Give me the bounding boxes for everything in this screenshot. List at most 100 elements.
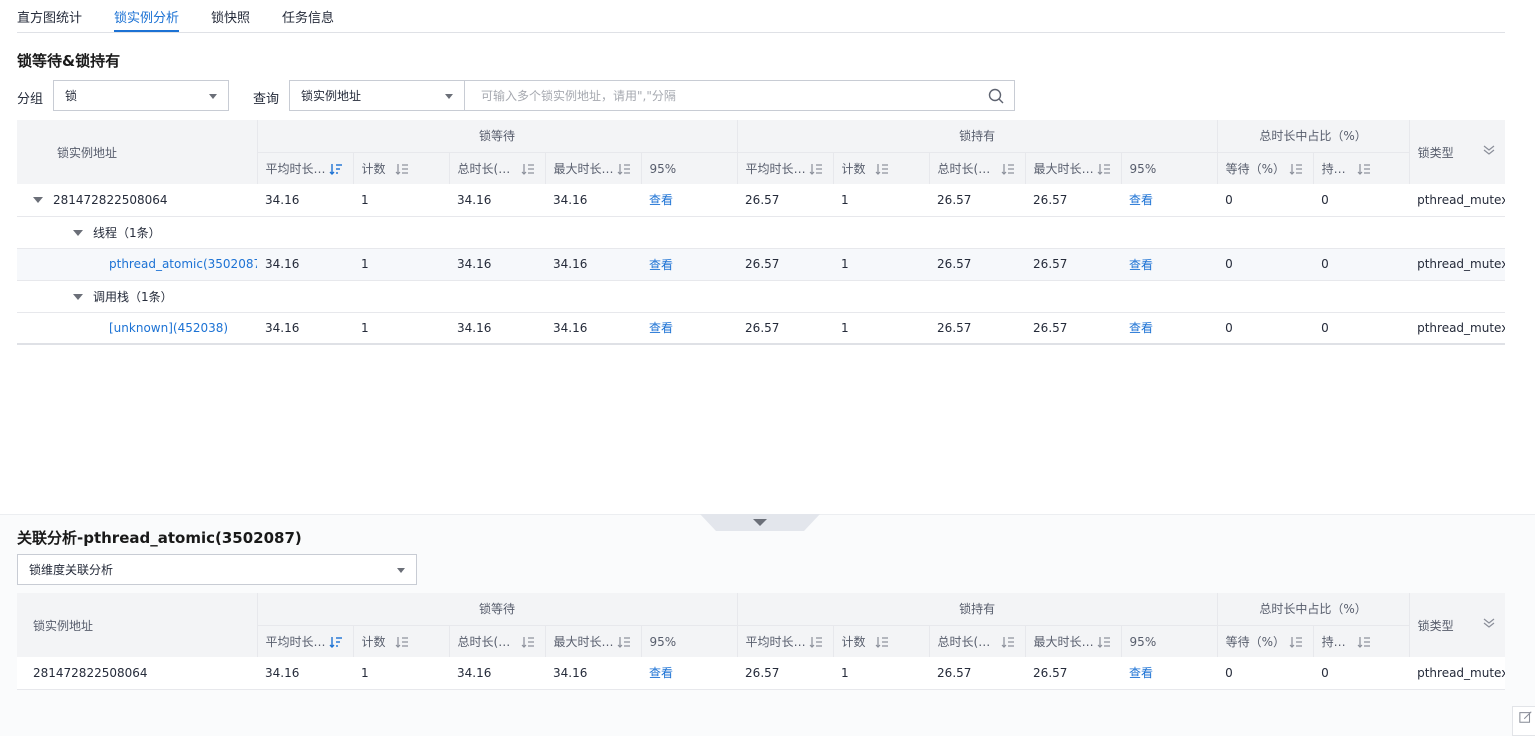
table-row: [unknown](452038) 34.16 1 34.16 34.16 查看… bbox=[17, 312, 1506, 345]
cell-wait-ratio: 0 bbox=[1217, 184, 1314, 217]
cell-wait-p95: 查看 bbox=[641, 184, 738, 217]
sort-icon[interactable] bbox=[617, 162, 631, 176]
view-link[interactable]: 查看 bbox=[649, 666, 673, 680]
view-link[interactable]: 查看 bbox=[1129, 666, 1153, 680]
search-icon[interactable] bbox=[988, 88, 1004, 104]
view-link[interactable]: 查看 bbox=[649, 193, 673, 207]
sort-icon[interactable] bbox=[617, 635, 631, 649]
cell-wait-count: 1 bbox=[353, 248, 449, 281]
sort-icon[interactable] bbox=[809, 635, 823, 649]
double-chevron-down-icon[interactable] bbox=[1483, 144, 1495, 156]
view-link[interactable]: 查看 bbox=[1129, 321, 1153, 335]
view-link[interactable]: 查看 bbox=[649, 258, 673, 272]
view-link[interactable]: 查看 bbox=[1129, 258, 1153, 272]
query-type-select[interactable]: 锁实例地址 bbox=[289, 80, 465, 111]
sort-icon[interactable] bbox=[1097, 635, 1111, 649]
col-wait-ratio[interactable]: 等待（%） bbox=[1217, 625, 1314, 657]
callstack-link[interactable]: [unknown](452038) bbox=[109, 321, 228, 335]
col-hold-p95: 95% bbox=[1121, 152, 1218, 184]
col-hold-ratio[interactable]: 持有（%） bbox=[1313, 625, 1410, 657]
collapse-handle[interactable] bbox=[700, 514, 820, 532]
col-wait-count[interactable]: 计数 bbox=[353, 152, 450, 184]
cell-wait-max: 34.16 bbox=[545, 184, 641, 217]
col-hold-avg[interactable]: 平均时长(ms) bbox=[737, 152, 834, 184]
view-link[interactable]: 查看 bbox=[649, 321, 673, 335]
sort-icon[interactable] bbox=[809, 162, 823, 176]
sort-icon[interactable] bbox=[1289, 162, 1303, 176]
col-wait-max-label: 最大时长(ms) bbox=[553, 634, 616, 649]
cell-wait-total: 34.16 bbox=[449, 657, 545, 690]
cell-hold-max: 26.57 bbox=[1025, 184, 1122, 217]
tab-histogram[interactable]: 直方图统计 bbox=[17, 0, 82, 32]
section-title-related: 关联分析-pthread_atomic(3502087) bbox=[17, 529, 302, 547]
sort-icon[interactable] bbox=[1097, 162, 1111, 176]
col-wait-total[interactable]: 总时长(ms) bbox=[449, 625, 546, 657]
table-row[interactable]: pthread_atomic(3502087) 34.16 1 34.16 34… bbox=[17, 248, 1506, 281]
sort-icon[interactable] bbox=[521, 635, 535, 649]
dimension-select[interactable]: 锁维度关联分析 bbox=[17, 554, 417, 585]
group-select[interactable]: 锁 bbox=[53, 80, 229, 111]
col-wait-total-label: 总时长(ms) bbox=[457, 634, 520, 649]
double-chevron-down-icon[interactable] bbox=[1483, 617, 1495, 629]
col-hold-max-label: 最大时长(ms) bbox=[1033, 161, 1096, 176]
cell-hold-p95: 查看 bbox=[1121, 184, 1218, 217]
col-hold-avg-label: 平均时长(ms) bbox=[745, 634, 808, 649]
sort-icon[interactable] bbox=[875, 162, 889, 176]
sort-icon[interactable] bbox=[521, 162, 535, 176]
sort-icon[interactable] bbox=[1001, 635, 1015, 649]
col-wait-total-label: 总时长(ms) bbox=[457, 161, 520, 176]
caret-down-icon[interactable] bbox=[73, 230, 83, 236]
sort-desc-icon[interactable] bbox=[329, 162, 343, 176]
col-wait-ratio[interactable]: 等待（%） bbox=[1217, 152, 1314, 184]
sort-icon[interactable] bbox=[395, 162, 409, 176]
search-box bbox=[465, 80, 1015, 111]
col-wait-total[interactable]: 总时长(ms) bbox=[449, 152, 546, 184]
cell-wait-avg: 34.16 bbox=[257, 312, 353, 345]
col-wait-avg[interactable]: 平均时长(ms) bbox=[257, 625, 354, 657]
thread-link[interactable]: pthread_atomic(3502087) bbox=[109, 257, 257, 271]
col-hold-ratio[interactable]: 持有（%） bbox=[1313, 152, 1410, 184]
sort-icon[interactable] bbox=[875, 635, 889, 649]
col-wait-max[interactable]: 最大时长(ms) bbox=[545, 625, 642, 657]
search-input[interactable] bbox=[465, 81, 965, 110]
col-lock-type: 锁类型 bbox=[1409, 120, 1506, 184]
caret-down-icon[interactable] bbox=[33, 197, 43, 204]
cell-wait-total: 34.16 bbox=[449, 184, 545, 217]
cell-hold-max: 26.57 bbox=[1025, 248, 1122, 281]
cell-lock-type: pthread_mutex bbox=[1409, 184, 1506, 217]
feedback-button[interactable] bbox=[1512, 706, 1535, 736]
row-label: 281472822508064 bbox=[17, 184, 257, 217]
col-lock-type: 锁类型 bbox=[1409, 593, 1506, 657]
col-hold-p95: 95% bbox=[1121, 625, 1218, 657]
col-hold-avg[interactable]: 平均时长(ms) bbox=[737, 625, 834, 657]
lock-table: 锁实例地址 锁等待 锁持有 总时长中占比（%） 锁类型 平均时长(ms) 计数 … bbox=[17, 120, 1506, 345]
col-wait-count[interactable]: 计数 bbox=[353, 625, 450, 657]
cell-lock-type: pthread_mutex bbox=[1409, 312, 1506, 345]
sort-icon[interactable] bbox=[1357, 162, 1371, 176]
col-hold-count[interactable]: 计数 bbox=[833, 152, 930, 184]
col-wait-p95: 95% bbox=[641, 625, 738, 657]
col-hold-total[interactable]: 总时长(ms) bbox=[929, 152, 1026, 184]
sort-icon[interactable] bbox=[1001, 162, 1015, 176]
tab-task-info[interactable]: 任务信息 bbox=[282, 0, 334, 32]
col-hold-count[interactable]: 计数 bbox=[833, 625, 930, 657]
col-hold-p95-label: 95% bbox=[1129, 634, 1157, 649]
cell-hold-avg: 26.57 bbox=[737, 657, 834, 690]
caret-down-icon[interactable] bbox=[73, 294, 83, 300]
sort-icon[interactable] bbox=[395, 635, 409, 649]
col-wait-avg[interactable]: 平均时长(ms) bbox=[257, 152, 354, 184]
view-link[interactable]: 查看 bbox=[1129, 193, 1153, 207]
tab-lock-snapshot[interactable]: 锁快照 bbox=[211, 0, 250, 32]
col-hold-total[interactable]: 总时长(ms) bbox=[929, 625, 1026, 657]
row-label: pthread_atomic(3502087) bbox=[17, 248, 257, 281]
col-hold-max[interactable]: 最大时长(ms) bbox=[1025, 152, 1122, 184]
col-wait-max[interactable]: 最大时长(ms) bbox=[545, 152, 642, 184]
cell-hold-p95: 查看 bbox=[1121, 312, 1218, 345]
sort-desc-icon[interactable] bbox=[329, 635, 343, 649]
col-wait-p95-label: 95% bbox=[649, 634, 677, 649]
sort-icon[interactable] bbox=[1289, 635, 1303, 649]
tab-lock-instance[interactable]: 锁实例分析 bbox=[114, 0, 180, 32]
col-hold-max-label: 最大时长(ms) bbox=[1033, 634, 1096, 649]
sort-icon[interactable] bbox=[1357, 635, 1371, 649]
col-hold-max[interactable]: 最大时长(ms) bbox=[1025, 625, 1122, 657]
